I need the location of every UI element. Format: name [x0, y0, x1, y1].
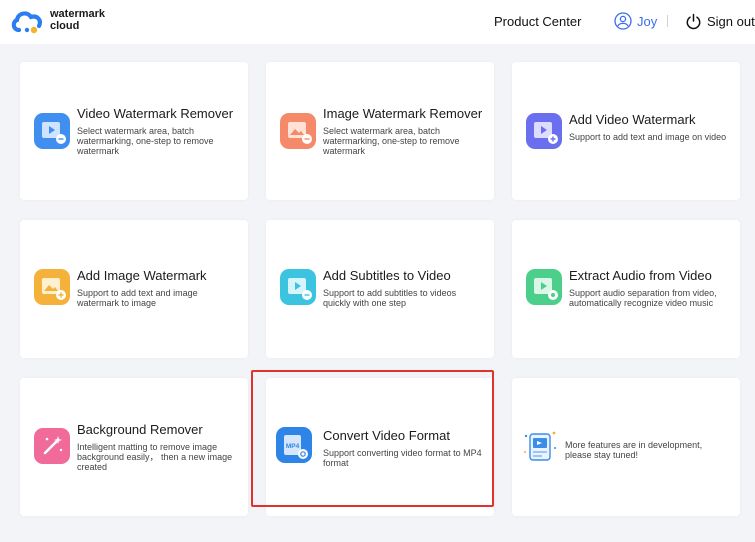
image-remove-icon — [280, 113, 316, 149]
card-extract-audio-from-video[interactable]: Extract Audio from Video Support audio s… — [512, 220, 740, 358]
header-bar: watermark cloud Product Center Joy Sign … — [0, 0, 755, 44]
nav-divider — [667, 15, 668, 27]
card-description: Select watermark area, batch watermarkin… — [77, 126, 214, 156]
card-image-watermark-remover[interactable]: Image Watermark Remover Select watermark… — [266, 62, 494, 200]
card-description: Support to add subtitles to videos quick… — [323, 288, 457, 308]
card-title: Image Watermark Remover — [323, 106, 483, 121]
card-title: Video Watermark Remover — [77, 106, 234, 121]
brand-name: watermark cloud — [50, 8, 105, 32]
power-icon — [686, 13, 701, 29]
card-description: Intelligent matting to remove image back… — [77, 442, 233, 472]
card-add-video-watermark[interactable]: Add Video Watermark Support to add text … — [512, 62, 740, 200]
background-remove-icon — [34, 428, 70, 464]
card-convert-video-format[interactable]: MP4 Convert Video Format Support convert… — [266, 378, 494, 516]
card-title: Add Subtitles to Video — [323, 268, 451, 283]
card-description: Support to add text and image watermark … — [77, 288, 198, 308]
video-remove-icon — [34, 113, 70, 149]
card-description: Support to add text and image on video — [569, 132, 727, 142]
video-add-icon — [526, 113, 562, 149]
card-title: Background Remover — [77, 422, 203, 437]
card-description: Support converting video format to MP4 f… — [323, 448, 482, 468]
coming-soon-icon — [524, 431, 556, 461]
card-more-features: More features are in development, please… — [512, 378, 740, 516]
card-video-watermark-remover[interactable]: Video Watermark Remover Select watermark… — [20, 62, 248, 200]
brand-line-2: cloud — [50, 20, 80, 32]
sign-out-button[interactable]: Sign out — [685, 11, 755, 31]
card-add-subtitles-to-video[interactable]: Add Subtitles to Video Support to add su… — [266, 220, 494, 358]
audio-extract-icon — [526, 269, 562, 305]
card-background-remover[interactable]: Background Remover Intelligent matting t… — [20, 378, 248, 516]
image-add-icon — [34, 269, 70, 305]
user-avatar-icon — [614, 12, 632, 30]
card-description: Support audio separation from video, aut… — [569, 288, 717, 308]
card-title: Add Image Watermark — [77, 268, 207, 283]
user-menu[interactable]: Joy — [614, 11, 657, 31]
card-add-image-watermark[interactable]: Add Image Watermark Support to add text … — [20, 220, 248, 358]
product-center-link[interactable]: Product Center — [494, 14, 581, 29]
user-name: Joy — [637, 13, 658, 29]
card-description: Select watermark area, batch watermarkin… — [323, 126, 460, 156]
sign-out-label: Sign out — [707, 13, 755, 29]
brand-line-1: watermark — [50, 8, 106, 20]
subtitle-icon — [280, 269, 316, 305]
mp4-label: MP4 — [286, 443, 300, 450]
card-description: More features are in development, please… — [565, 440, 703, 460]
cloud-logo-icon[interactable] — [10, 7, 44, 37]
card-title: Extract Audio from Video — [569, 268, 712, 283]
mp4-convert-icon: MP4 — [276, 427, 312, 463]
card-title: Add Video Watermark — [569, 112, 696, 127]
card-title: Convert Video Format — [323, 428, 450, 443]
